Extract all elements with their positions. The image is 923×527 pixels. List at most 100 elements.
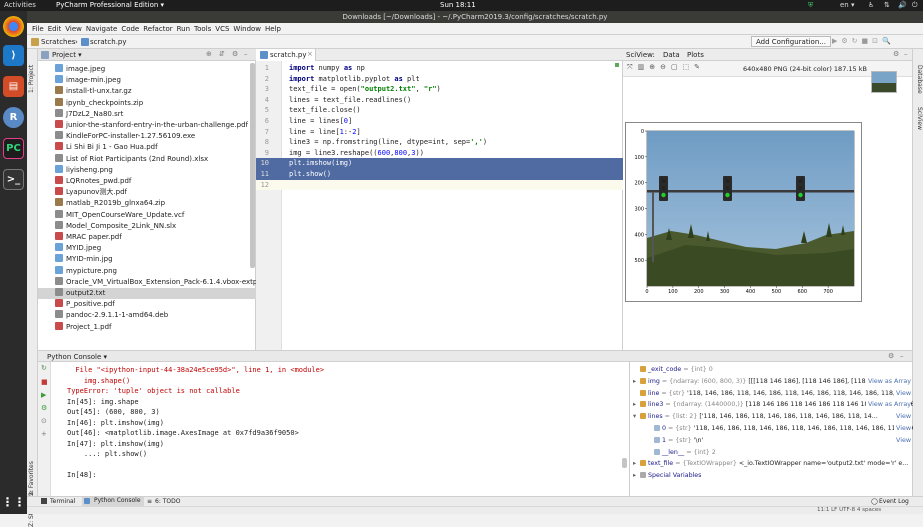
tab-scratch-py[interactable]: scratch.py × (256, 49, 316, 61)
tab-data[interactable]: Data (663, 51, 680, 59)
menu-window[interactable]: Window (231, 23, 263, 35)
app-menu[interactable]: PyCharm Professional Edition ▾ (56, 1, 164, 9)
file-item[interactable]: KindleForPC-installer-1.27.56109.exe (38, 131, 256, 142)
view-link[interactable]: View (894, 387, 911, 399)
variable-row[interactable]: ▾ lines = {list: 2} ['118, 146, 186, 118,… (633, 411, 913, 423)
file-item[interactable]: Lyapunov测大.pdf (38, 187, 256, 198)
sciview-tool-tab[interactable]: SciView (916, 107, 923, 130)
close-icon[interactable]: × (307, 50, 313, 58)
vscode-icon[interactable]: ⟩ (3, 45, 24, 66)
expand-arrow-icon[interactable]: ▸ (633, 376, 640, 387)
clock[interactable]: Sun 18:11 (440, 1, 476, 9)
console-scrollbar[interactable] (622, 458, 627, 468)
stop-icon[interactable]: ■ (41, 378, 48, 386)
terminal-icon[interactable]: >_ (3, 169, 24, 190)
activities-button[interactable]: Activities (4, 1, 36, 9)
variable-row[interactable]: ▸ text_file = {TextIOWrapper} <_io.TextIO… (633, 458, 913, 469)
todo-tab[interactable]: 6: TODO (155, 498, 180, 505)
expand-arrow-icon[interactable]: ▾ (633, 411, 640, 422)
code-line[interactable]: 10 plt.imshow(img) (256, 158, 623, 169)
gear-icon[interactable]: ⚙ (893, 50, 899, 58)
menu-view[interactable]: View (63, 23, 84, 35)
file-item[interactable]: MYID.jpeg (38, 243, 256, 254)
code-line[interactable]: 6 line = lines[0] (256, 116, 623, 127)
python-console-title[interactable]: Python Console ▾ (47, 353, 107, 361)
run-configuration-button[interactable]: Add Configuration... (751, 36, 831, 47)
locate-icon[interactable]: ⊕ (206, 50, 212, 58)
variable-row[interactable]: 1 = {str} '\n' View (647, 434, 913, 446)
file-item[interactable]: image-min.jpeg (38, 75, 256, 86)
menu-navigate[interactable]: Navigate (84, 23, 119, 35)
terminal-tab[interactable]: Terminal (50, 498, 75, 505)
console-output[interactable]: File "<ipython-input-44-38a24e5ce95d>", … (51, 362, 629, 496)
files-icon[interactable]: ▤ (3, 76, 24, 97)
pycharm-icon[interactable]: PC (3, 138, 24, 159)
add-console-icon[interactable]: + (41, 430, 47, 438)
code-line[interactable]: 5 text_file.close() (256, 105, 623, 116)
gear-icon[interactable]: ⚙ (232, 50, 238, 58)
cursor-position-status[interactable]: 11:1 LF UTF-8 4 spaces (817, 507, 881, 513)
file-item[interactable]: J7DzL2_Na80.srt (38, 108, 256, 120)
python-console-tab[interactable]: Python Console (82, 497, 144, 506)
menu-code[interactable]: Code (119, 23, 141, 35)
file-item[interactable]: Li Shi Bi Ji 1 - Gao Hua.pdf (38, 142, 256, 153)
file-item[interactable]: P_positive.pdf (38, 299, 256, 310)
file-item[interactable]: junior-the-stanford-entry-in-the-urban-c… (38, 120, 256, 131)
gear-icon[interactable]: ⚙ (888, 352, 894, 360)
variable-row[interactable]: ▸ line3 = {ndarray: (1440000,)} [118 146 … (633, 399, 913, 411)
accessibility-icon[interactable]: ♿ (868, 1, 874, 9)
app-grid-icon[interactable]: ⋮⋮ (2, 491, 26, 512)
database-tool-tab[interactable]: Database (916, 65, 923, 94)
inspection-ok-icon[interactable] (615, 63, 619, 67)
menu-vcs[interactable]: VCS (213, 23, 231, 35)
code-line[interactable]: 2 import matplotlib.pyplot as plt (256, 74, 623, 85)
run-icon[interactable]: ▶ (41, 391, 46, 399)
event-log-tab[interactable]: Event Log (879, 498, 909, 505)
debug-icon[interactable]: ⚙ (41, 404, 47, 412)
file-item[interactable]: image.jpeg (38, 64, 256, 75)
file-item[interactable]: install-tl-unx.tar.gz (38, 86, 256, 97)
plot-thumbnail[interactable] (871, 71, 897, 93)
file-item[interactable]: Oracle_VM_VirtualBox_Extension_Pack-6.1.… (38, 276, 256, 288)
file-item[interactable]: output2.txt (38, 288, 256, 300)
variable-row[interactable]: 0 = {str} '118, 146, 186, 118, 146, 186,… (647, 423, 913, 434)
hide-icon[interactable]: – (900, 352, 904, 360)
rerun-icon[interactable]: ↻ (41, 364, 47, 372)
menu-edit[interactable]: Edit (46, 23, 64, 35)
file-item[interactable]: MRAC paper.pdf (38, 232, 256, 243)
menu-refactor[interactable]: Refactor (141, 23, 174, 35)
project-scrollbar[interactable] (250, 63, 255, 268)
file-item[interactable]: LQRnotes_pwd.pdf (38, 176, 256, 187)
menu-file[interactable]: File (30, 23, 46, 35)
settings-icon[interactable]: ⊙ (41, 417, 47, 425)
power-icon[interactable]: ⏻ (912, 1, 918, 10)
view-link[interactable]: View (894, 411, 911, 423)
code-line[interactable]: 8 line3 = np.fromstring(line, dtype=int, … (256, 137, 623, 148)
code-line[interactable]: 12 (256, 179, 623, 191)
project-tool-tab[interactable]: 1: Project (28, 65, 35, 93)
breadcrumb-scratches[interactable]: Scratches (41, 38, 75, 46)
language-selector[interactable]: en ▾ (840, 1, 854, 9)
hide-icon[interactable]: – (904, 50, 908, 58)
variable-row[interactable]: ▸ img = {ndarray: (600, 800, 3)} [[[118 1… (633, 375, 913, 387)
file-item[interactable]: MYID-min.jpg (38, 254, 256, 265)
code-line[interactable]: 7 line = line[1:-2] (256, 127, 623, 138)
shield-icon[interactable]: ⛨ (808, 1, 813, 10)
variable-row[interactable]: line = {str} '118, 146, 186, 118, 146, 1… (633, 387, 913, 399)
code-line[interactable]: 11 plt.show() (256, 169, 623, 180)
file-item[interactable]: Project_1.pdf (38, 321, 256, 333)
menu-tools[interactable]: Tools (192, 23, 213, 35)
hide-icon[interactable]: – (244, 50, 248, 58)
code-line[interactable]: 4 lines = text_file.readlines() (256, 95, 623, 106)
expand-arrow-icon[interactable]: ▸ (633, 470, 640, 481)
collapse-icon[interactable]: ⇵ (219, 50, 225, 58)
view-link[interactable]: View as Array (865, 375, 911, 387)
code-line[interactable]: 3 text_file = open("output2.txt", "r") (256, 84, 623, 95)
file-item[interactable]: Model_Composite_2Link_NN.slx (38, 220, 256, 232)
menu-run[interactable]: Run (175, 23, 192, 35)
chrome-icon[interactable] (3, 16, 24, 37)
file-item[interactable]: matlab_R2019b_glnxa64.zip (38, 198, 256, 209)
file-item[interactable]: mypicture.png (38, 265, 256, 277)
file-item[interactable]: MIT_OpenCourseWare_Update.vcf (38, 209, 256, 221)
code-line[interactable]: 1 import numpy as np (256, 63, 623, 74)
